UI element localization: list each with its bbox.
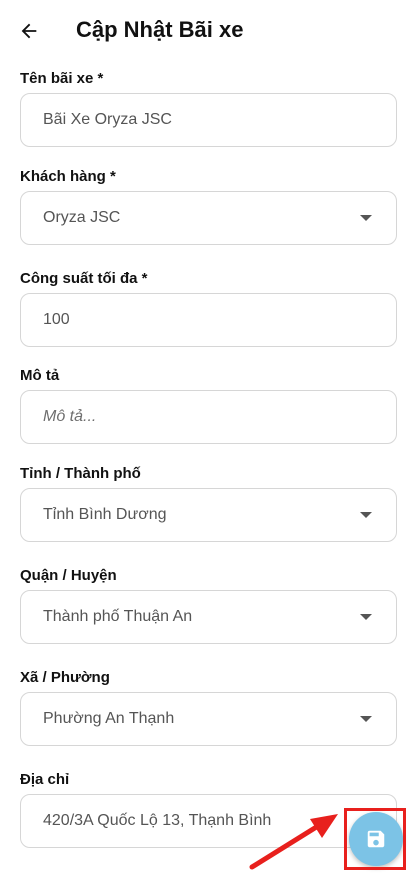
customer-select[interactable]: Oryza JSC [20, 191, 397, 245]
description-placeholder: Mô tả... [43, 408, 97, 425]
district-select[interactable]: Thành phố Thuận An [20, 590, 397, 644]
province-select[interactable]: Tỉnh Bình Dương [20, 488, 397, 542]
ward-select[interactable]: Phường An Thạnh [20, 692, 397, 746]
ward-label: Xã / Phường [20, 669, 110, 686]
parking-name-input[interactable]: Bãi Xe Oryza JSC [20, 93, 397, 147]
caret-down-icon [360, 215, 372, 221]
ward-value: Phường An Thạnh [43, 710, 175, 727]
customer-label: Khách hàng * [20, 168, 116, 185]
district-label: Quận / Huyện [20, 567, 117, 584]
province-value: Tỉnh Bình Dương [43, 506, 167, 523]
district-value: Thành phố Thuận An [43, 608, 193, 625]
customer-value: Oryza JSC [43, 209, 121, 226]
parking-name-value: Bãi Xe Oryza JSC [43, 111, 172, 128]
back-button[interactable] [14, 16, 44, 46]
max-capacity-input[interactable]: 100 [20, 293, 397, 347]
max-capacity-value: 100 [43, 311, 70, 328]
description-label: Mô tả [20, 367, 60, 384]
parking-name-label: Tên bãi xe * [20, 70, 104, 87]
highlight-box [344, 808, 406, 870]
arrow-left-icon [21, 23, 37, 39]
caret-down-icon [360, 716, 372, 722]
app-header: Cập Nhật Bãi xe [0, 0, 418, 60]
address-label: Địa chỉ [20, 771, 70, 788]
caret-down-icon [360, 614, 372, 620]
description-input[interactable]: Mô tả... [20, 390, 397, 444]
max-capacity-label: Công suất tối đa * [20, 270, 148, 287]
province-label: Tỉnh / Thành phố [20, 465, 141, 482]
annotation-arrow-icon [249, 814, 338, 870]
page-title: Cập Nhật Bãi xe [76, 17, 244, 42]
caret-down-icon [360, 512, 372, 518]
